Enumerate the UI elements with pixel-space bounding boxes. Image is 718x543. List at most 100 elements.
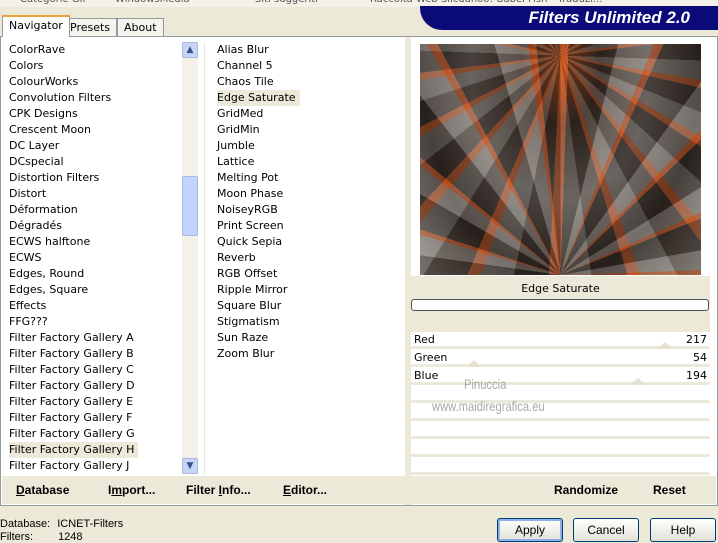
- scroll-up-icon[interactable]: ▲: [182, 42, 198, 58]
- list-item[interactable]: Moon Phase: [213, 186, 403, 202]
- status-filters: Filters: 1248: [0, 531, 83, 543]
- list-item[interactable]: Déformation: [5, 202, 181, 218]
- list-item[interactable]: Edges, Round: [5, 266, 181, 282]
- slider-thumb[interactable]: [657, 342, 673, 349]
- list-item-label: Chaos Tile: [217, 75, 274, 88]
- list-item[interactable]: Chaos Tile: [213, 74, 403, 90]
- filter-preview-image[interactable]: [420, 44, 701, 275]
- help-button[interactable]: Help: [650, 518, 716, 542]
- list-item[interactable]: Square Blur: [213, 298, 403, 314]
- list-item[interactable]: Crescent Moon: [5, 122, 181, 138]
- editor-button[interactable]: Editor...: [283, 483, 327, 497]
- list-item-label: Filter Factory Gallery E: [9, 395, 134, 408]
- list-item-label: Zoom Blur: [217, 347, 275, 360]
- list-item[interactable]: Edges, Square: [5, 282, 181, 298]
- bookmark-link[interactable]: Siti suggeriti: [255, 0, 318, 5]
- list-item[interactable]: Melting Pot: [213, 170, 403, 186]
- progress-bar: [411, 299, 709, 311]
- list-item[interactable]: Convolution Filters: [5, 90, 181, 106]
- list-item[interactable]: DCspecial: [5, 154, 181, 170]
- list-item[interactable]: GridMin: [213, 122, 403, 138]
- import-button[interactable]: Import...: [108, 483, 155, 497]
- list-item[interactable]: Jumble: [213, 138, 403, 154]
- list-item-label: Melting Pot: [217, 171, 279, 184]
- status-label: Filters:: [0, 531, 33, 543]
- status-database: Database: ICNET-Filters: [0, 518, 123, 530]
- apply-button[interactable]: Apply: [497, 518, 563, 542]
- list-item[interactable]: ColourWorks: [5, 74, 181, 90]
- list-item[interactable]: Distort: [5, 186, 181, 202]
- slider-red[interactable]: Red 217: [411, 333, 710, 349]
- filter-name: Edge Saturate: [521, 282, 600, 295]
- list-item[interactable]: Filter Factory Gallery F: [5, 410, 181, 426]
- list-item[interactable]: Filter Factory Gallery E: [5, 394, 181, 410]
- list-item-label: Lattice: [217, 155, 255, 168]
- list-item-label: Effects: [9, 299, 47, 312]
- list-item[interactable]: Lattice: [213, 154, 403, 170]
- list-item[interactable]: Sun Raze: [213, 330, 403, 346]
- list-item[interactable]: FFG???: [5, 314, 181, 330]
- randomize-button[interactable]: Randomize: [554, 483, 618, 497]
- status-label: Database:: [0, 518, 51, 530]
- list-item[interactable]: NoiseyRGB: [213, 202, 403, 218]
- watermark: Pinuccia www.maidiregrafica.eu: [432, 373, 545, 417]
- slider-label: Red: [414, 333, 435, 346]
- list-item-label: Filter Factory Gallery A: [9, 331, 134, 344]
- slider-value: 194: [686, 369, 707, 382]
- list-item[interactable]: Zoom Blur: [213, 346, 403, 362]
- list-item[interactable]: ECWS: [5, 250, 181, 266]
- filter-info-button[interactable]: Filter Info...: [186, 483, 251, 497]
- empty-slider-slot: [411, 459, 710, 475]
- list-item[interactable]: ECWS halftone: [5, 234, 181, 250]
- database-button[interactable]: Database: [16, 483, 69, 497]
- list-item[interactable]: Filter Factory Gallery G: [5, 426, 181, 442]
- list-item-label: RGB Offset: [217, 267, 278, 280]
- list-item[interactable]: Filter Factory Gallery D: [5, 378, 181, 394]
- list-item[interactable]: CPK Designs: [5, 106, 181, 122]
- slider-thumb[interactable]: [466, 360, 482, 367]
- list-item-selected[interactable]: Filter Factory Gallery H: [5, 442, 181, 458]
- list-item[interactable]: ColorRave: [5, 42, 181, 58]
- list-item-label: Reverb: [217, 251, 256, 264]
- tab-navigator[interactable]: Navigator: [2, 15, 70, 37]
- list-item-label: Distortion Filters: [9, 171, 100, 184]
- category-scrollbar[interactable]: ▲ ▼: [182, 42, 198, 474]
- category-list[interactable]: ColorRave Colors ColourWorks Convolution Fi…: [5, 42, 181, 474]
- slider-green[interactable]: Green 54: [411, 351, 710, 367]
- reset-button[interactable]: Reset: [653, 483, 686, 497]
- bookmark-link[interactable]: Categorie Gif: [20, 0, 86, 5]
- list-item[interactable]: RGB Offset: [213, 266, 403, 282]
- status-value: ICNET-Filters: [57, 518, 124, 530]
- list-item[interactable]: Channel 5: [213, 58, 403, 74]
- scroll-thumb[interactable]: [182, 176, 198, 236]
- list-item[interactable]: Distortion Filters: [5, 170, 181, 186]
- list-item[interactable]: Filter Factory Gallery C: [5, 362, 181, 378]
- cancel-button[interactable]: Cancel: [573, 518, 639, 542]
- list-item-label: Sun Raze: [217, 331, 269, 344]
- list-item[interactable]: Filter Factory Gallery A: [5, 330, 181, 346]
- filter-list[interactable]: Alias Blur Channel 5 Chaos Tile Edge Satura…: [213, 42, 403, 362]
- list-item[interactable]: Filter Factory Gallery J: [5, 458, 181, 474]
- list-item-selected[interactable]: Edge Saturate: [213, 90, 403, 106]
- list-item-label: NoiseyRGB: [217, 203, 278, 216]
- list-item[interactable]: Dégradés: [5, 218, 181, 234]
- slider-thumb[interactable]: [630, 378, 646, 385]
- bookmark-link[interactable]: Yahoo! Babel Fish - Traduzi...: [460, 0, 603, 5]
- list-item[interactable]: Stigmatism: [213, 314, 403, 330]
- list-item[interactable]: GridMed: [213, 106, 403, 122]
- list-item[interactable]: Quick Sepia: [213, 234, 403, 250]
- tab-presets[interactable]: Presets: [63, 18, 118, 37]
- list-item[interactable]: Ripple Mirror: [213, 282, 403, 298]
- list-item[interactable]: Reverb: [213, 250, 403, 266]
- bookmark-link[interactable]: WindowsMedia: [115, 0, 190, 5]
- list-item-label: Square Blur: [217, 299, 282, 312]
- list-item[interactable]: Effects: [5, 298, 181, 314]
- list-item[interactable]: Print Screen: [213, 218, 403, 234]
- list-item[interactable]: DC Layer: [5, 138, 181, 154]
- scroll-down-icon[interactable]: ▼: [182, 458, 198, 474]
- bookmark-link[interactable]: Raccolta Web Slice: [370, 0, 465, 5]
- tab-about[interactable]: About: [117, 18, 164, 37]
- list-item[interactable]: Colors: [5, 58, 181, 74]
- list-item[interactable]: Alias Blur: [213, 42, 403, 58]
- list-item[interactable]: Filter Factory Gallery B: [5, 346, 181, 362]
